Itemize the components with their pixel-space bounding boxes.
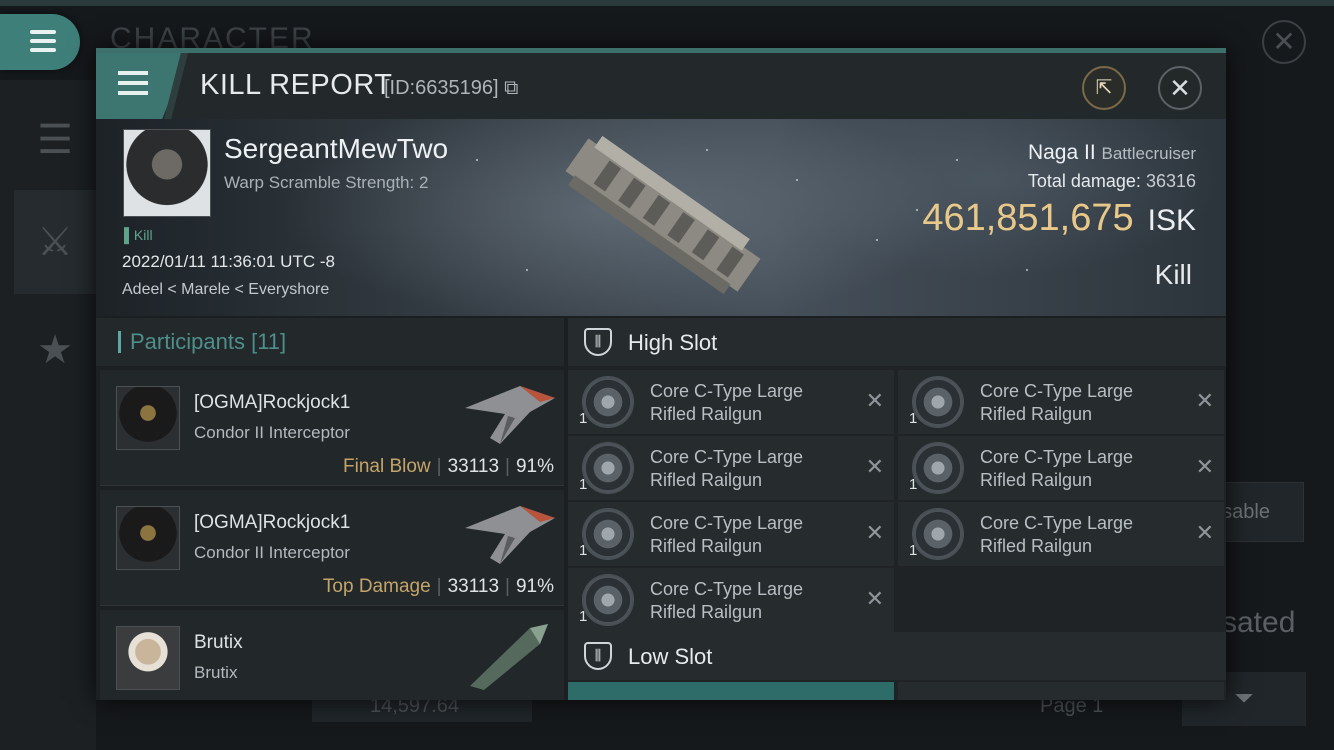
item-name: Core C-Type Large Rifled Railgun [980, 381, 1134, 424]
copy-icon[interactable]: ⧉ [504, 77, 518, 99]
slot-item[interactable]: 1 Core C-Type Large Rifled Railgun ✕ [898, 370, 1224, 434]
slot-item[interactable]: 1 Core C-Type Large Rifled Railgun ✕ [568, 436, 894, 500]
combat-icon[interactable]: ⚔ [14, 190, 96, 294]
item-quantity: 1 [579, 608, 588, 625]
participant-name: Brutix [194, 632, 243, 653]
list-icon[interactable]: ☰ [14, 88, 96, 192]
item-quantity: 1 [909, 476, 918, 493]
participant-row[interactable]: [OGMA]Rockjock1 Condor II Interceptor Fi… [100, 370, 564, 486]
high-slot-header: ⫼ High Slot [568, 318, 1226, 366]
slot-item[interactable]: 1 Core C-Type Large Rifled Railgun ✕ [568, 502, 894, 566]
item-quantity: 1 [909, 542, 918, 559]
destroyed-icon: ✕ [865, 586, 884, 611]
item-name: Core C-Type Large Rifled Railgun [650, 381, 804, 424]
victim-subtitle: Warp Scramble Strength: 2 [224, 173, 429, 192]
low-slot-header: ⫼ Low Slot [568, 632, 1226, 680]
background-status-text: sated [1222, 606, 1296, 639]
slot-item[interactable]: 1 Core C-Type Large Rifled Railgun ✕ [568, 568, 894, 632]
participant-portrait[interactable] [116, 506, 180, 570]
slot-item[interactable] [898, 682, 1224, 700]
kill-report-modal: KILL REPORT [ID:6635196] ⧉ ⇱ ✕ SergeantM… [96, 48, 1226, 700]
railgun-icon [912, 508, 964, 560]
main-menu-button[interactable] [0, 14, 80, 70]
destroyed-icon: ✕ [865, 454, 884, 479]
item-name: Core C-Type Large Rifled Railgun [650, 447, 804, 490]
participant-ship-image [470, 624, 548, 690]
victim-ship-image[interactable] [548, 125, 778, 305]
destroyed-icon: ✕ [865, 388, 884, 413]
item-name: Core C-Type Large Rifled Railgun [980, 447, 1134, 490]
close-button[interactable]: ✕ [1158, 66, 1202, 110]
slot-item[interactable]: 1 Core C-Type Large Rifled Railgun ✕ [568, 370, 894, 434]
kill-location[interactable]: Adeel < Marele < Everyshore [122, 281, 329, 299]
victim-name[interactable]: SergeantMewTwo [224, 133, 448, 165]
star-badge-icon[interactable]: ★ [14, 298, 96, 402]
ship-name[interactable]: Naga II Battlecruiser [1028, 141, 1196, 165]
kill-datetime: 2022/01/11 11:36:01 UTC -8 [122, 252, 335, 271]
slot-item[interactable]: 1 Core C-Type Large Rifled Railgun ✕ [898, 436, 1224, 500]
destroyed-icon: ✕ [865, 520, 884, 545]
item-quantity: 1 [579, 410, 588, 427]
participant-row[interactable]: Brutix Brutix [100, 610, 564, 700]
railgun-icon [582, 376, 634, 428]
participant-name: [OGMA]Rockjock1 [194, 512, 351, 533]
kill-result-label: Kill [1154, 259, 1192, 290]
railgun-icon [582, 442, 634, 494]
participant-stats: Final Blow | 33113 | 91% [343, 456, 554, 477]
railgun-icon [912, 442, 964, 494]
participant-ship-image [465, 386, 555, 444]
menu-icon [30, 30, 56, 54]
kill-tag: ▌Kill [124, 227, 153, 243]
participants-header: Participants [11] [96, 318, 564, 366]
slot-item[interactable] [568, 682, 894, 700]
railgun-icon [582, 574, 634, 626]
participant-ship: Condor II Interceptor [194, 423, 350, 442]
item-name: Core C-Type Large Rifled Railgun [650, 513, 804, 556]
slot-item[interactable]: 1 Core C-Type Large Rifled Railgun ✕ [898, 502, 1224, 566]
low-slot-icon: ⫼ [584, 642, 612, 670]
isk-value: 461,851,675 ISK [922, 197, 1196, 239]
participant-portrait[interactable] [116, 386, 180, 450]
filter-icon: ⏷ [1234, 685, 1254, 712]
close-icon: ✕ [1272, 26, 1296, 57]
background-close-button[interactable]: ✕ [1262, 20, 1306, 64]
item-name: Core C-Type Large Rifled Railgun [650, 579, 804, 622]
participant-stats: Top Damage | 33113 | 91% [322, 576, 554, 597]
modal-title: KILL REPORT [200, 69, 393, 101]
victim-portrait[interactable] [123, 129, 211, 217]
destroyed-icon: ✕ [1195, 388, 1214, 413]
victim-banner: SergeantMewTwo Warp Scramble Strength: 2… [96, 119, 1226, 316]
destroyed-icon: ✕ [1195, 520, 1214, 545]
external-link-icon: ⇱ [1095, 77, 1113, 99]
item-name: Core C-Type Large Rifled Railgun [980, 513, 1134, 556]
item-quantity: 1 [579, 476, 588, 493]
high-slot-icon: ⫼ [584, 328, 612, 356]
participant-ship: Condor II Interceptor [194, 543, 350, 562]
fitting-slots-panel: ⫼ High Slot 1 Core C-Type Large Rifled Ra… [568, 318, 1226, 700]
participant-name: [OGMA]Rockjock1 [194, 392, 351, 413]
total-damage: Total damage: 36316 [1027, 171, 1196, 191]
modal-header: KILL REPORT [ID:6635196] ⧉ ⇱ ✕ [96, 53, 1226, 119]
railgun-icon [912, 376, 964, 428]
menu-icon [118, 71, 148, 101]
destroyed-icon: ✕ [1195, 454, 1214, 479]
participant-portrait[interactable] [116, 626, 180, 690]
share-button[interactable]: ⇱ [1082, 66, 1126, 110]
participant-ship: Brutix [194, 663, 238, 682]
item-quantity: 1 [909, 410, 918, 427]
item-quantity: 1 [579, 542, 588, 559]
participant-row[interactable]: [OGMA]Rockjock1 Condor II Interceptor To… [100, 490, 564, 606]
participant-ship-image [465, 506, 555, 564]
railgun-icon [582, 508, 634, 560]
close-icon: ✕ [1169, 73, 1191, 103]
kill-id-label[interactable]: [ID:6635196] ⧉ [384, 77, 518, 100]
top-accent-line [0, 0, 1334, 6]
background-sidebar: ☰ ⚔ ★ [0, 80, 96, 750]
participants-panel: Participants [11] [OGMA]Rockjock1 Condor… [96, 318, 564, 700]
